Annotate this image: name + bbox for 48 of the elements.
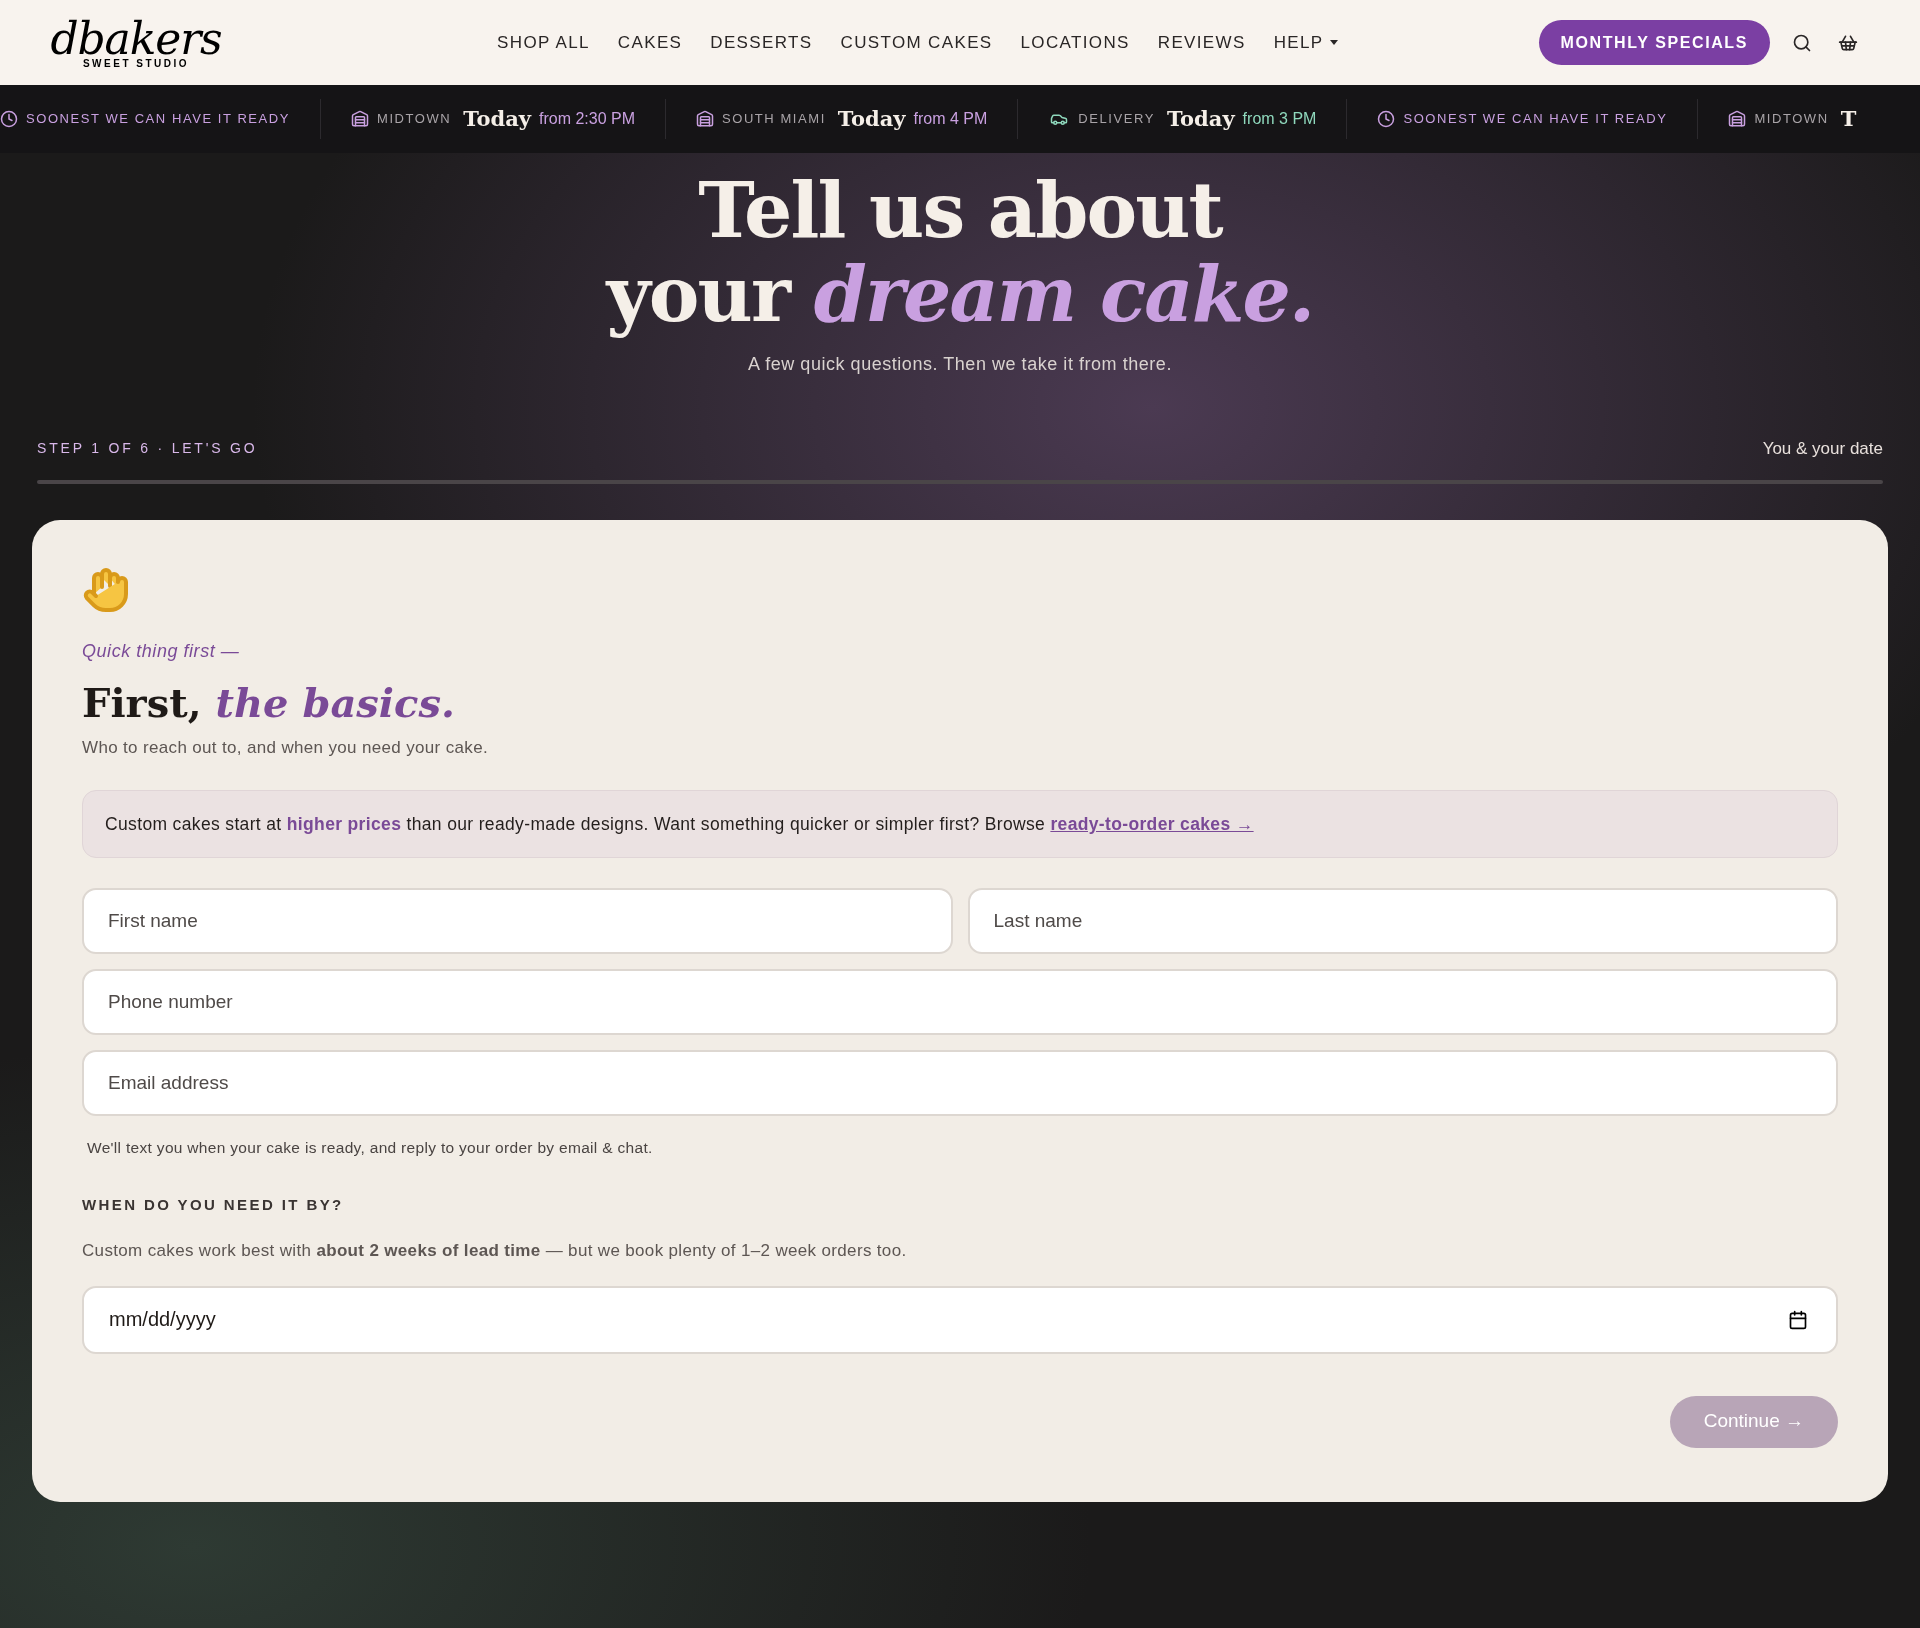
nav-link[interactable]: SHOP ALL [497, 29, 590, 56]
ticker-label: MIDTOWN [1754, 110, 1829, 129]
shopping-bag-icon[interactable] [1838, 32, 1858, 53]
lead-time-text: Custom cakes work best with about 2 weeks of lead time — but we book plenty of 1–2 week orders too. [82, 1240, 908, 1262]
text-input-field[interactable]: First name [82, 888, 953, 955]
nav-link[interactable]: DESSERTS [710, 29, 813, 56]
ticker-time: from 2:30 PM [538, 109, 635, 129]
storefront-icon [1728, 110, 1747, 128]
search-icon[interactable] [1792, 32, 1812, 53]
storefront-icon [351, 110, 369, 128]
step-indicator: STEP 1 OF 6 · LET'S GO [37, 439, 258, 459]
ticker-label: DELIVERY [1078, 110, 1155, 129]
ticker-label: SOONEST WE CAN HAVE IT READY [1403, 110, 1668, 129]
ticker-label: SOONEST WE CAN HAVE IT READY [26, 110, 290, 129]
text-input-field[interactable]: Email address [82, 1050, 1838, 1117]
ticker-time: from 3 PM [1242, 109, 1317, 129]
nav-link[interactable]: CUSTOM CAKES [840, 29, 993, 56]
section-heading: First, the basics. [82, 678, 456, 727]
contact-helper-text: We'll text you when your cake is ready, and reply to your order by email & chat. [87, 1138, 654, 1159]
ticker-label: SOUTH MIAMI [722, 110, 826, 129]
nav-link[interactable]: LOCATIONS [1020, 29, 1130, 56]
date-input-field[interactable]: mm/dd/yyyy [82, 1285, 1838, 1354]
ticker-day: Today [1166, 103, 1235, 135]
ticker-day: Today [463, 103, 531, 135]
hero-subtitle: A few quick questions. Then we take it from there. [748, 353, 1172, 376]
ready-to-order-link[interactable]: ready-to-order cakes → [1050, 814, 1254, 834]
nav-link[interactable]: CAKES [617, 29, 683, 56]
section-subheading: Who to reach out to, and when you need your cake. [82, 736, 490, 759]
step-title: You & your date [1762, 438, 1883, 460]
monthly-specials-button[interactable]: MONTHLY SPECIALS [1538, 20, 1770, 65]
ticker-day: Today [837, 103, 906, 135]
calendar-icon[interactable] [1788, 1309, 1808, 1330]
date-label: WHEN DO YOU NEED IT BY? [82, 1194, 345, 1215]
storefront-icon [696, 110, 714, 128]
nav-link[interactable]: HELP [1273, 29, 1338, 56]
hand-icon [82, 565, 130, 614]
text-input-field[interactable]: Last name [967, 888, 1838, 955]
ticker-label: MIDTOWN [377, 110, 452, 129]
clock-icon [1377, 110, 1396, 128]
hero-title: Tell us about your dream cake. [606, 169, 1314, 337]
caret-icon [1329, 39, 1338, 46]
ticker-time: from 4 PM [913, 109, 988, 129]
pricing-notice: Custom cakes start at higher prices than our ready-made designs. Want something quicker or simpler first? Browse ready-to-order cakes → [82, 790, 1838, 859]
clock-icon [0, 110, 18, 128]
text-input-field[interactable]: Phone number [82, 969, 1838, 1036]
nav-link[interactable]: REVIEWS [1157, 29, 1246, 56]
eyebrow-text: Quick thing first — [82, 639, 241, 663]
ticker-day: T [1840, 103, 1857, 135]
